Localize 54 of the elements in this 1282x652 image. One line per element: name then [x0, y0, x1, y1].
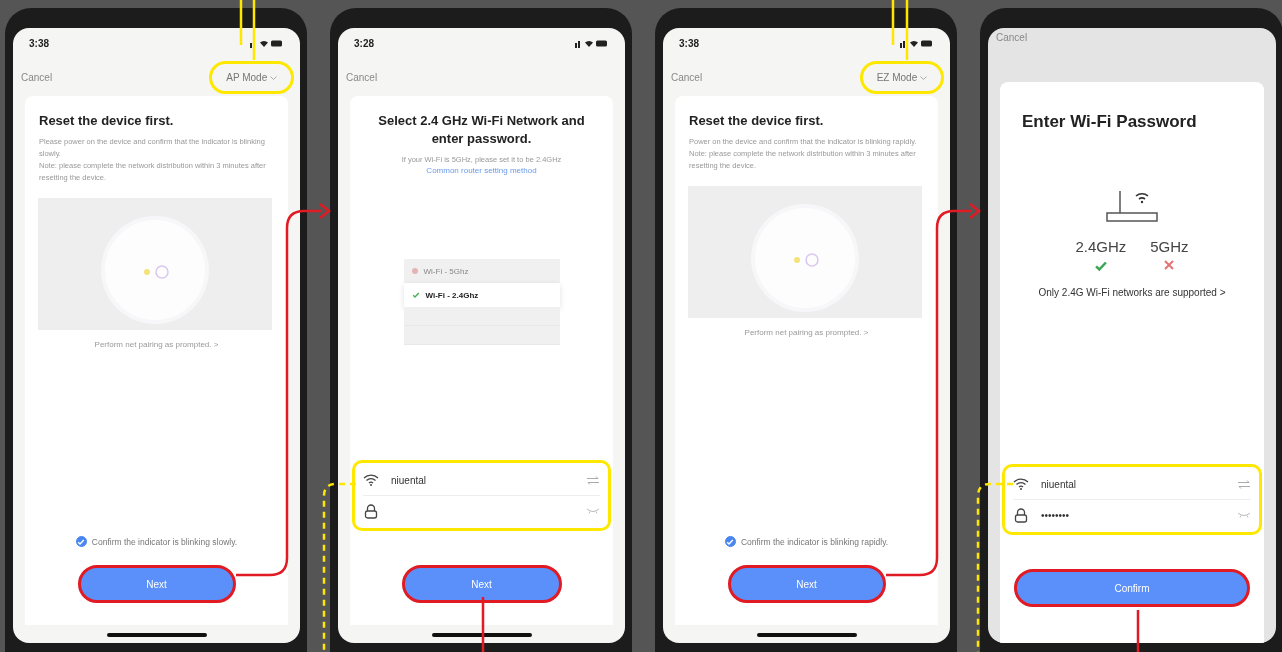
- band-label: 5GHz: [1150, 237, 1189, 255]
- cancel-link[interactable]: Cancel: [346, 71, 378, 83]
- status-icons: [250, 38, 284, 48]
- checkbox-label: Confirm the indicator is blinking slowly.: [91, 536, 238, 547]
- check-icon: [77, 537, 86, 546]
- caret-icon: [920, 75, 927, 81]
- wifi-name-field[interactable]: niuental: [389, 473, 576, 487]
- swap-icon[interactable]: [1237, 479, 1251, 489]
- cancel-link[interactable]: Cancel: [21, 71, 53, 83]
- wifi-icon: [363, 474, 379, 486]
- wifi-name-field[interactable]: niuental: [1039, 477, 1227, 491]
- swap-icon[interactable]: [586, 475, 600, 485]
- step-title: Select 2.4 GHz Wi-Fi Network and enter password.: [377, 112, 586, 149]
- band-support-link[interactable]: Only 2.4G Wi-Fi networks are supported >: [1038, 286, 1226, 298]
- password-field[interactable]: ••••••••: [1039, 508, 1227, 522]
- mode-selector[interactable]: AP Mode: [209, 60, 294, 94]
- connector-line: [1136, 610, 1140, 652]
- mode-selector[interactable]: EZ Mode: [859, 60, 944, 94]
- router-setting-link[interactable]: Common router setting method: [426, 166, 537, 176]
- eye-closed-icon[interactable]: [586, 508, 600, 514]
- step-title: Reset the device first.: [39, 112, 175, 130]
- status-time: 3:28: [354, 37, 374, 49]
- band-label: 2.4GHz: [1075, 237, 1127, 255]
- callout-leader-line: [891, 0, 909, 62]
- cross-icon: [1163, 258, 1176, 271]
- checkbox[interactable]: [724, 536, 736, 547]
- check-icon: [726, 537, 735, 546]
- checkbox[interactable]: [75, 536, 87, 547]
- status-icons: [575, 38, 609, 48]
- callout-leader-line: [239, 0, 256, 62]
- dialog-title: Enter Wi-Fi Password: [1021, 111, 1198, 133]
- eye-closed-icon[interactable]: [1237, 512, 1251, 518]
- pairing-link[interactable]: Perform net pairing as prompted. >: [94, 340, 219, 350]
- primary-button[interactable]: Next: [77, 565, 236, 603]
- primary-button[interactable]: Confirm: [1014, 569, 1250, 607]
- wifi-list-row: Wi-Fi - 2.4Ghz: [403, 283, 560, 308]
- step-title: Reset the device first.: [689, 112, 825, 130]
- status-time: 3:38: [679, 37, 699, 49]
- cancel-link[interactable]: Cancel: [671, 71, 703, 83]
- pairing-link[interactable]: Perform net pairing as prompted. >: [744, 328, 869, 338]
- primary-button[interactable]: Next: [727, 565, 886, 603]
- checkbox-label: Confirm the indicator is blinking rapidly.: [740, 536, 889, 547]
- wifi-icon: [1013, 478, 1029, 490]
- status-time: 3:38: [29, 37, 49, 49]
- check-icon: [411, 291, 420, 300]
- lock-icon: [363, 503, 379, 519]
- wifi-list-row: Wi-Fi - 5Ghz: [403, 259, 560, 284]
- caret-icon: [270, 75, 277, 81]
- status-icons: [900, 38, 934, 48]
- cancel-link[interactable]: Cancel: [996, 32, 1028, 43]
- dot-icon: [411, 268, 418, 275]
- connector-line: [481, 597, 485, 652]
- lock-icon: [1013, 507, 1029, 523]
- primary-button[interactable]: Next: [401, 565, 562, 603]
